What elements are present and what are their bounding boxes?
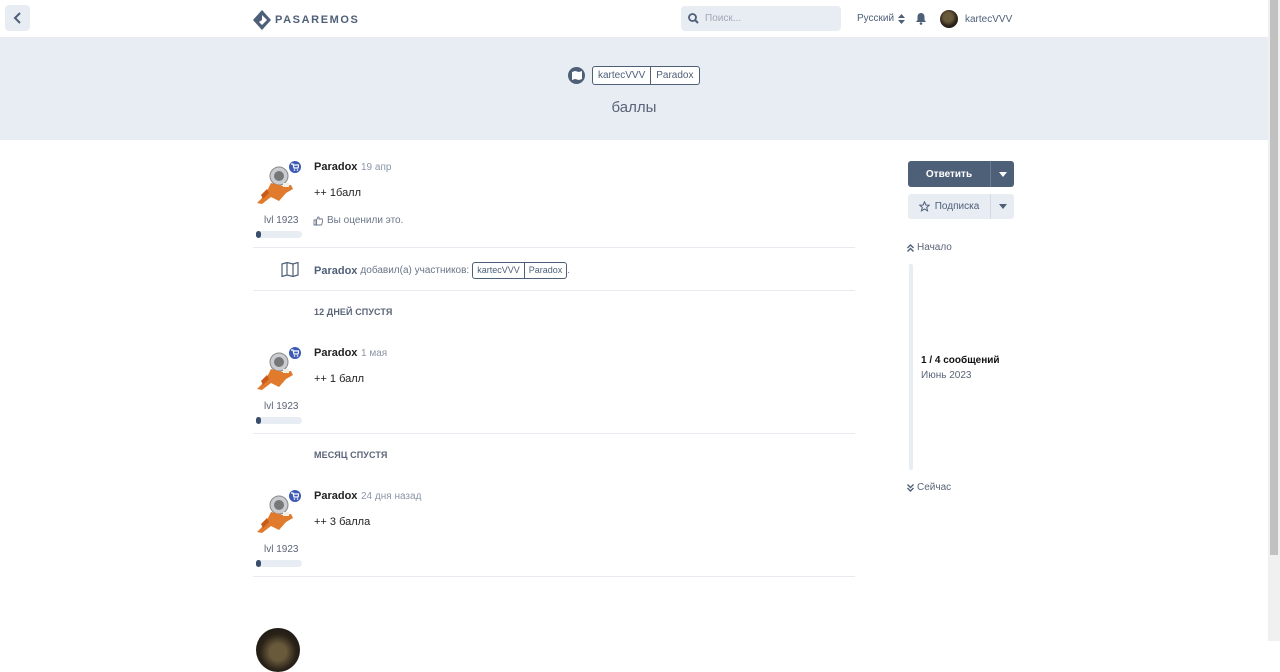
user-level: lvl 1923	[264, 401, 299, 412]
user-level: lvl 1923	[264, 544, 299, 555]
map-icon	[568, 67, 585, 84]
level-progress-fill	[256, 560, 261, 567]
discussion-title: баллы	[611, 99, 657, 116]
user-menu[interactable]: kartecVVV	[940, 10, 1012, 28]
logo-icon	[253, 10, 271, 30]
search-icon	[688, 13, 699, 24]
reply-dropdown-button[interactable]	[990, 161, 1014, 187]
reply-button-group: Ответить	[908, 161, 1014, 187]
post-avatar[interactable]	[253, 159, 303, 209]
star-icon	[918, 201, 930, 212]
logo-text: PASAREMOS	[275, 14, 360, 26]
badge-icon	[287, 159, 303, 175]
scrubber-now-label: Сейчас	[917, 482, 952, 493]
post-time[interactable]: 24 дня назад	[361, 491, 421, 502]
post-author[interactable]: Paradox	[314, 490, 357, 502]
caret-down-icon	[998, 171, 1007, 177]
badge-icon	[287, 488, 303, 504]
liked-text: Вы оценили это.	[327, 215, 404, 226]
search-input[interactable]	[705, 13, 825, 24]
level-progress-bar	[256, 417, 302, 424]
post-item: lvl 1923 Paradox 24 дня назад ++ 3 балла	[253, 488, 855, 577]
time-gap-label: 12 ДНЕЙ СПУСТЯ	[314, 307, 393, 317]
scrubber-start-label: Начало	[917, 242, 952, 253]
badge-icon	[287, 345, 303, 361]
reply-button[interactable]: Ответить	[908, 161, 990, 187]
scrollbar-thumb[interactable]	[1270, 0, 1278, 555]
subscription-dropdown-button[interactable]	[990, 194, 1014, 219]
tag-kartecvvv[interactable]: kartecVVV	[473, 263, 524, 278]
event-author[interactable]: Paradox	[314, 265, 357, 277]
bell-icon	[916, 13, 926, 25]
event-text: Paradox добавил(а) участников: kartecVVV…	[314, 262, 570, 279]
scrollbar[interactable]	[1268, 0, 1280, 641]
discussion-hero: kartecVVV Paradox баллы	[0, 38, 1268, 140]
post-body: ++ 3 балла	[314, 516, 371, 528]
subscription-button[interactable]: Подписка	[908, 194, 990, 219]
level-progress-fill	[256, 417, 261, 424]
back-button[interactable]	[5, 5, 30, 31]
tag-group: kartecVVV Paradox	[592, 66, 700, 85]
scrubber-now-link[interactable]: Сейчас	[907, 482, 951, 493]
discussion-event: Paradox добавил(а) участников: kartecVVV…	[253, 248, 855, 291]
tag-paradox[interactable]: Paradox	[650, 67, 698, 84]
chevron-left-icon	[13, 12, 21, 24]
user-level: lvl 1923	[264, 215, 299, 226]
post-body: ++ 1балл	[314, 187, 362, 199]
level-progress-bar	[256, 560, 302, 567]
thumbs-up-icon	[313, 216, 323, 225]
scrubber-date: Июнь 2023	[921, 370, 972, 381]
post-author[interactable]: Paradox	[314, 347, 357, 359]
map-icon	[281, 261, 299, 280]
event-suffix: .	[567, 265, 571, 276]
post-avatar[interactable]	[253, 345, 303, 395]
avatar	[940, 10, 958, 28]
sort-icon	[898, 13, 906, 24]
language-label: Русский	[857, 13, 895, 24]
subscription-button-group: Подписка	[908, 194, 1014, 219]
search-box[interactable]	[681, 6, 841, 31]
discussion-tags: kartecVVV Paradox	[568, 66, 700, 85]
level-progress-bar	[256, 231, 302, 238]
post-author[interactable]: Paradox	[314, 161, 357, 173]
double-chevron-up-icon	[907, 243, 914, 252]
post-item: lvl 1923 Paradox 19 апр ++ 1балл Вы оцен…	[253, 159, 855, 248]
scrubber-count: 1 / 4 сообщений	[921, 355, 1000, 366]
post-time[interactable]: 1 мая	[361, 348, 387, 359]
tag-group: kartecVVV Paradox	[472, 262, 568, 279]
level-progress-fill	[256, 231, 261, 238]
post-body: ++ 1 балл	[314, 373, 365, 385]
subscription-label: Подписка	[934, 201, 980, 212]
tag-kartecvvv[interactable]: kartecVVV	[593, 67, 650, 84]
caret-down-icon	[998, 204, 1007, 209]
post-item: lvl 1923 Paradox 1 мая ++ 1 балл	[253, 345, 855, 434]
event-description: добавил(а) участников:	[360, 265, 470, 276]
likes-summary: Вы оценили это.	[313, 215, 403, 226]
scrubber-start-link[interactable]: Начало	[907, 242, 952, 253]
language-selector[interactable]: Русский	[857, 13, 906, 24]
time-gap-label: МЕСЯЦ СПУСТЯ	[314, 450, 388, 460]
double-chevron-down-icon	[907, 483, 914, 492]
scrubber-track[interactable]	[909, 264, 913, 470]
site-logo[interactable]: PASAREMOS	[253, 10, 359, 30]
post-avatar[interactable]	[253, 488, 303, 538]
username: kartecVVV	[965, 13, 1013, 25]
top-bar: PASAREMOS Русский kartecVVV	[0, 0, 1268, 38]
notifications-button[interactable]	[915, 12, 927, 28]
tag-paradox[interactable]: Paradox	[523, 263, 567, 278]
post-time[interactable]: 19 апр	[361, 162, 391, 173]
avatar[interactable]	[256, 628, 300, 672]
